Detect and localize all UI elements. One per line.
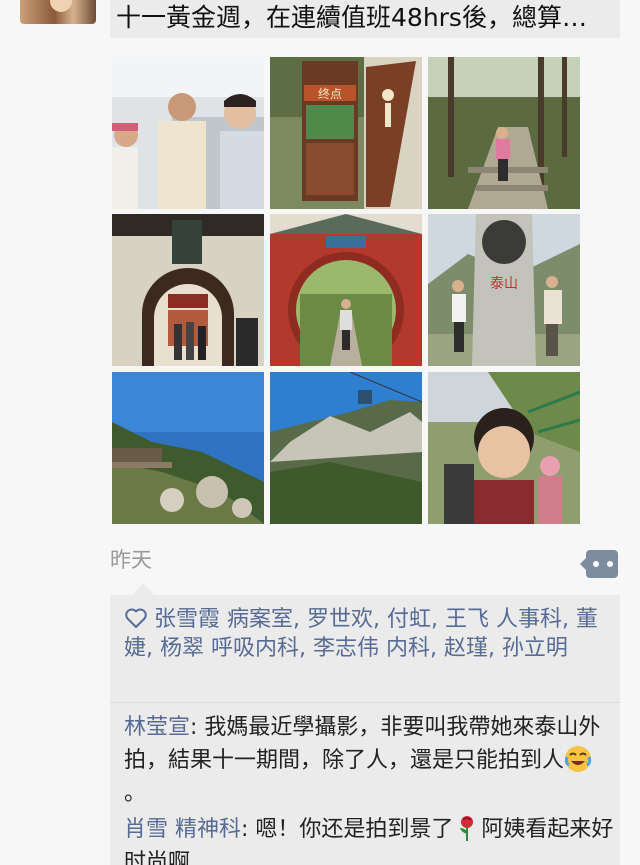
comment-suffix: 。 — [124, 781, 147, 806]
comment-text: 嗯！你还是拍到景了 — [255, 817, 454, 842]
post-timestamp: 昨天 — [110, 548, 152, 572]
photo-7[interactable] — [112, 372, 264, 524]
photo-8[interactable] — [270, 372, 422, 524]
likes-divider — [110, 702, 620, 703]
photo-1[interactable] — [112, 57, 264, 209]
more-dots-icon — [593, 561, 613, 567]
comment-author[interactable]: 肖雪 精神科 — [124, 817, 241, 842]
comment-author[interactable]: 林莹宣 — [124, 715, 190, 740]
sign-text: 终点 — [318, 86, 342, 101]
comment-item[interactable]: 肖雪 精神科: 嗯！你还是拍到景了 阿姨看起来好时尚啊 — [124, 813, 614, 865]
likes-comments-panel: 张雪霞 病案室, 罗世欢, 付虹, 王飞 人事科, 董婕, 杨翠 呼吸内科, 李… — [110, 583, 620, 865]
photo-5[interactable] — [270, 214, 422, 366]
rose-emoji — [460, 816, 474, 841]
heart-outline-icon — [125, 608, 147, 628]
likes-names[interactable]: 张雪霞 病案室, 罗世欢, 付虹, 王飞 人事科, 董婕, 杨翠 呼吸内科, 李… — [124, 607, 598, 661]
photo-2[interactable]: 终点 — [270, 57, 422, 209]
photo-grid: 终点 泰山 — [112, 57, 580, 524]
comment-item[interactable]: 林莹宣: 我媽最近學攝影，非要叫我帶她來泰山外拍，結果十一期間，除了人，還是只能… — [124, 711, 614, 810]
poster-avatar[interactable] — [20, 0, 96, 24]
comment-button[interactable] — [580, 550, 618, 578]
comment-colon: : — [190, 715, 205, 740]
post-text: 十一黃金週，在連續值班48hrs後，總算… — [110, 0, 620, 38]
likes-list: 张雪霞 病案室, 罗世欢, 付虹, 王飞 人事科, 董婕, 杨翠 呼吸内科, 李… — [124, 605, 610, 663]
sign-text: 泰山 — [490, 276, 518, 292]
photo-6[interactable]: 泰山 — [428, 214, 580, 366]
laughing-crying-emoji — [564, 746, 592, 772]
photo-4[interactable] — [112, 214, 264, 366]
comment-colon: : — [241, 817, 256, 842]
photo-3[interactable] — [428, 57, 580, 209]
photo-9[interactable] — [428, 372, 580, 524]
